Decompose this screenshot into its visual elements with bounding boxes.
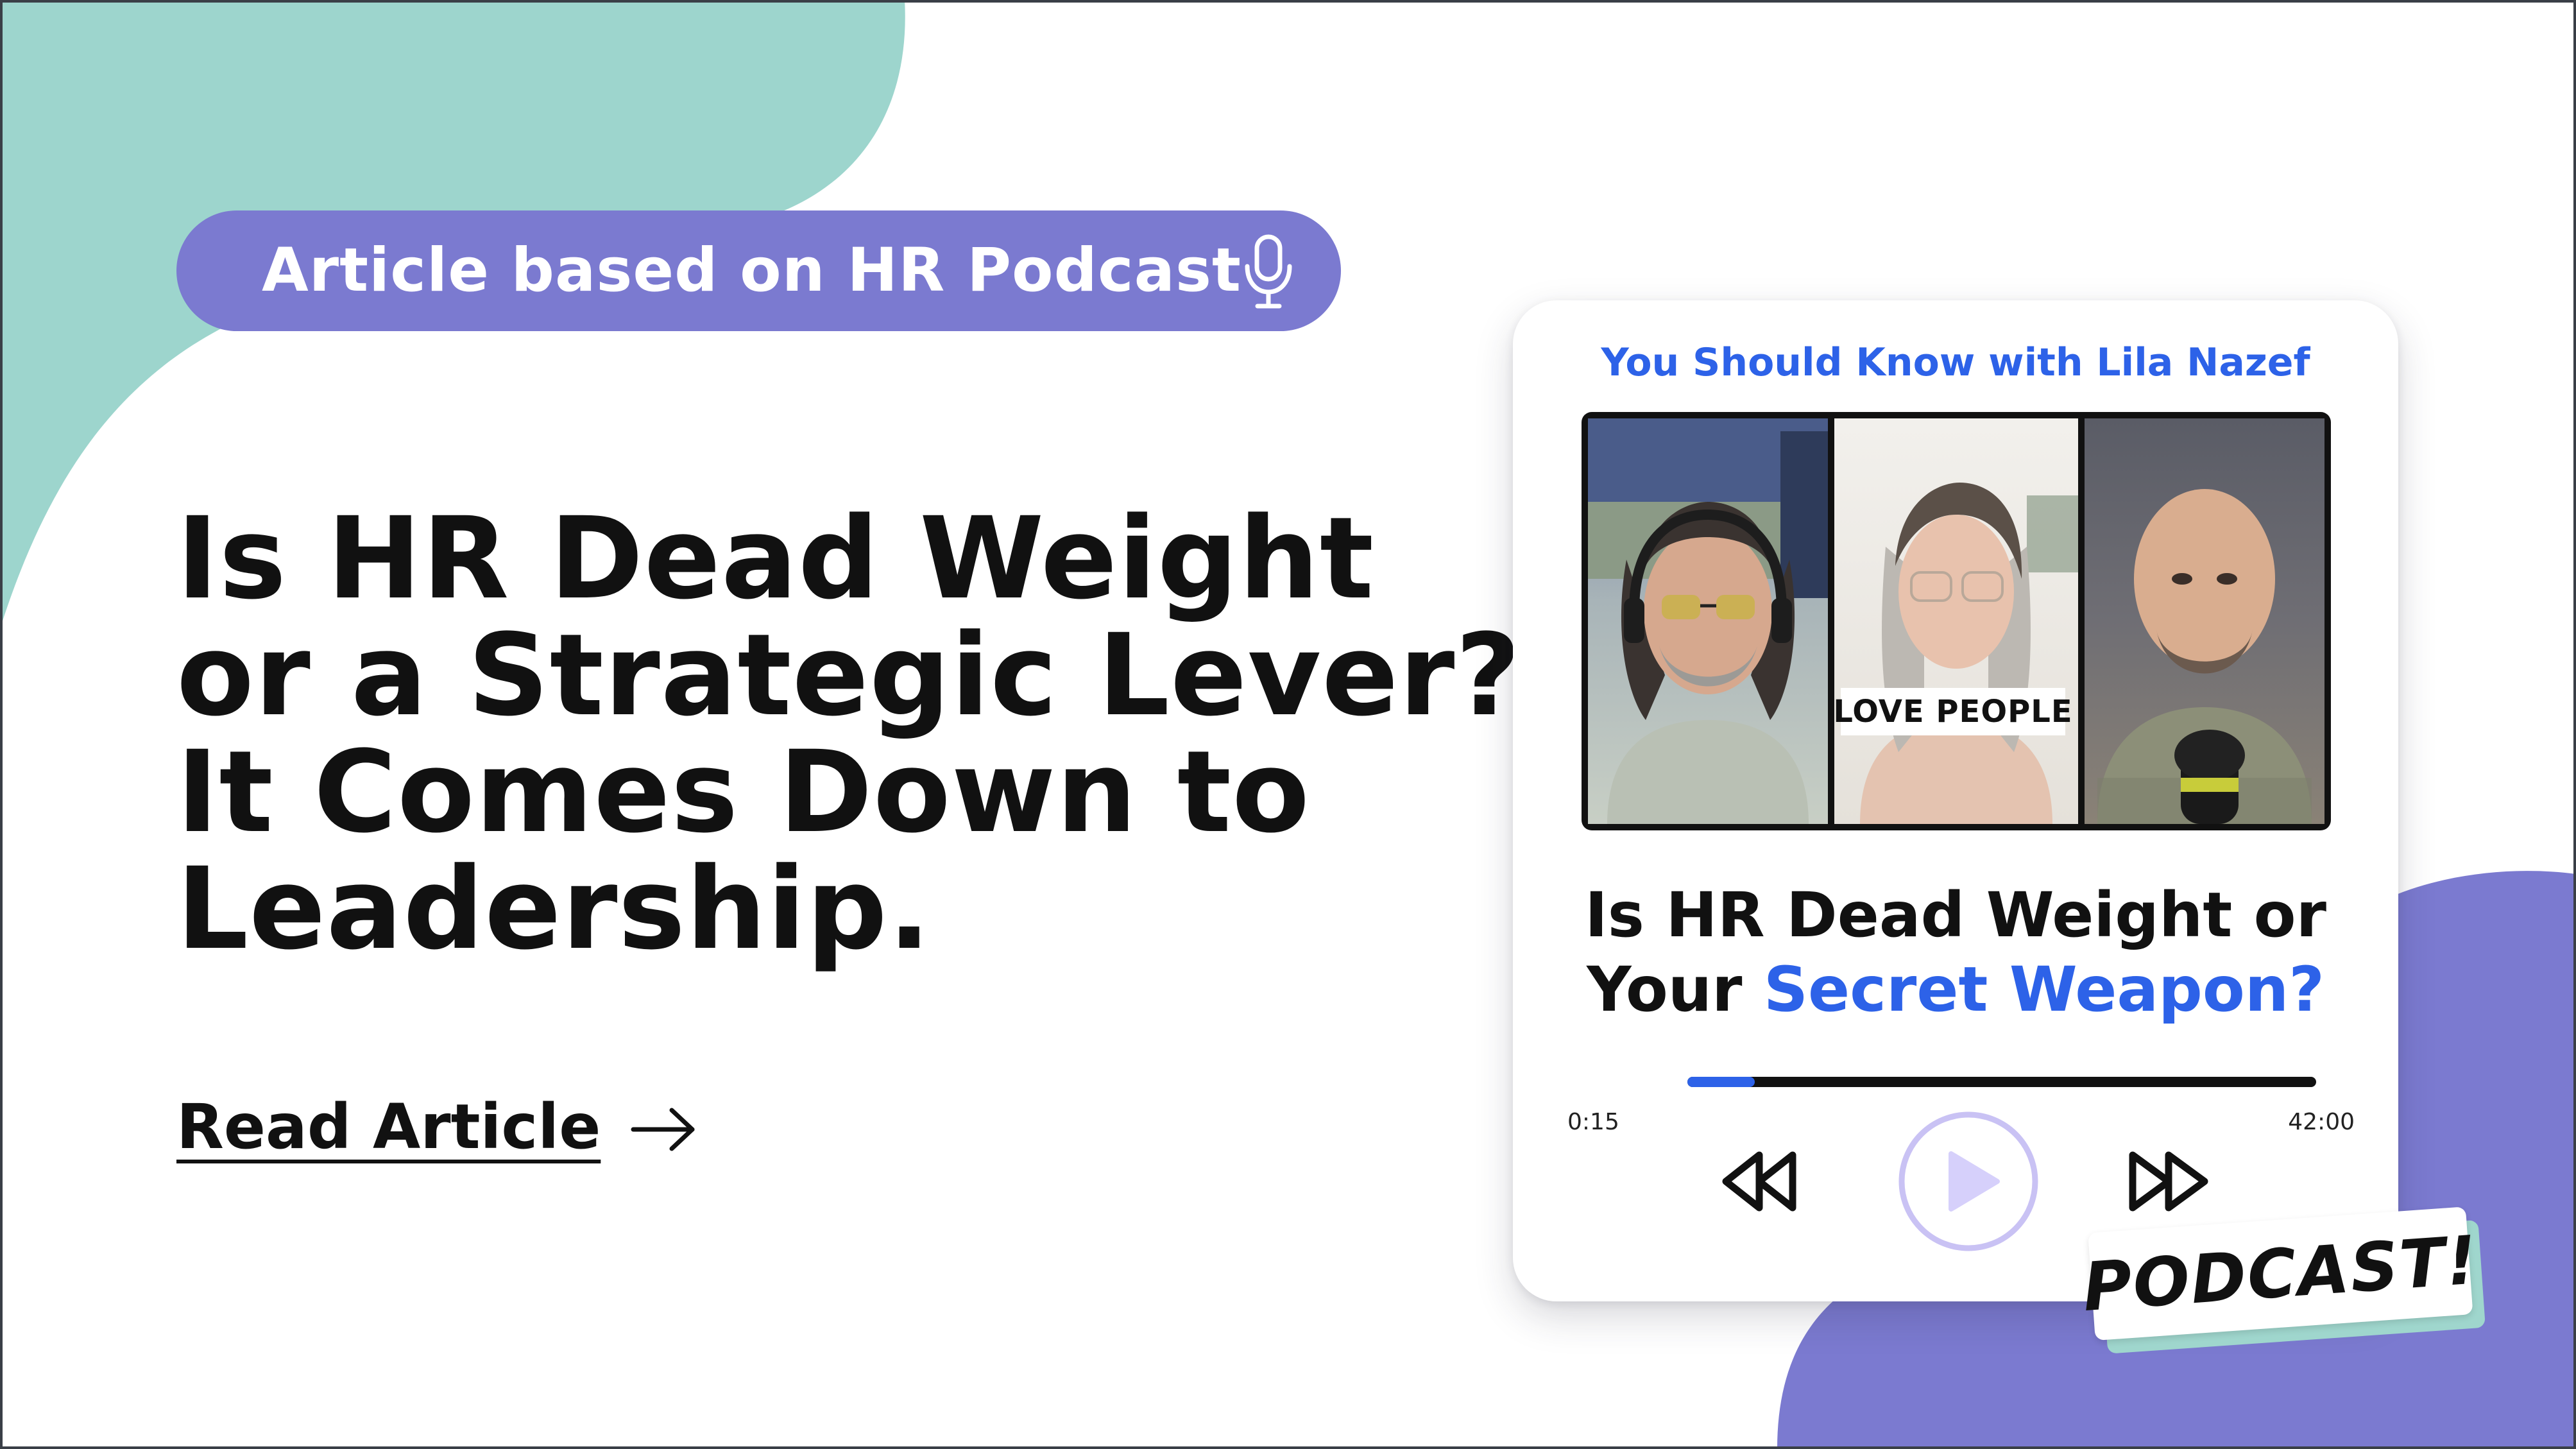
headline-line: It Comes Down to bbox=[176, 726, 1310, 858]
progress-bar-fill bbox=[1687, 1077, 1755, 1087]
article-headline: Is HR Dead Weight or a Strategic Lever? … bbox=[176, 493, 1522, 975]
show-title: You Should Know with Lila Nazef bbox=[1601, 340, 2310, 385]
read-article-link[interactable]: Read Article bbox=[176, 1091, 700, 1163]
video-pane-guest-right bbox=[2085, 418, 2324, 824]
video-caption-text: LOVE PEOPLE bbox=[1833, 694, 2073, 730]
video-pane-host bbox=[1834, 418, 2078, 824]
episode-title: Is HR Dead Weight or Your Secret Weapon? bbox=[1513, 878, 2398, 1027]
person-silhouette bbox=[2097, 489, 2312, 824]
fast-forward-icon[interactable] bbox=[2126, 1146, 2222, 1217]
episode-title-line2: Your Secret Weapon? bbox=[1513, 952, 2398, 1027]
arrow-right-icon bbox=[631, 1108, 695, 1151]
microphone-icon bbox=[1245, 234, 1292, 309]
article-source-tag-label: Article based on HR Podcast bbox=[262, 236, 1241, 305]
episode-video-thumbnail[interactable]: LOVE PEOPLE bbox=[1582, 412, 2331, 830]
episode-title-line1: Is HR Dead Weight or bbox=[1585, 879, 2326, 951]
total-duration: 42:00 bbox=[2288, 1109, 2355, 1135]
podcast-sticker-label: PODCAST! bbox=[2080, 1221, 2481, 1327]
podcast-player-card: You Should Know with Lila Nazef LOVE PEO… bbox=[1513, 300, 2398, 1301]
progress-bar[interactable] bbox=[1687, 1077, 2316, 1087]
person-silhouette bbox=[1588, 418, 1828, 824]
read-article-label: Read Article bbox=[176, 1091, 601, 1163]
play-icon[interactable] bbox=[1895, 1108, 2042, 1255]
current-time: 0:15 bbox=[1567, 1109, 1619, 1135]
article-source-tag: Article based on HR Podcast bbox=[176, 210, 1341, 331]
episode-title-line2-accent: Secret Weapon? bbox=[1763, 954, 2324, 1025]
episode-title-line2-prefix: Your bbox=[1587, 954, 1764, 1025]
headline-line: Is HR Dead Weight bbox=[176, 493, 1375, 624]
video-caption-bar: LOVE PEOPLE bbox=[1833, 688, 2072, 735]
person-silhouette bbox=[1860, 483, 2078, 824]
rewind-icon[interactable] bbox=[1717, 1146, 1802, 1217]
video-pane-guest-left bbox=[1588, 418, 1828, 824]
promo-banner: Article based on HR Podcast Is HR Dead W… bbox=[0, 0, 2576, 1449]
headline-line: Leadership. bbox=[176, 843, 932, 975]
headline-line: or a Strategic Lever? bbox=[176, 610, 1522, 741]
